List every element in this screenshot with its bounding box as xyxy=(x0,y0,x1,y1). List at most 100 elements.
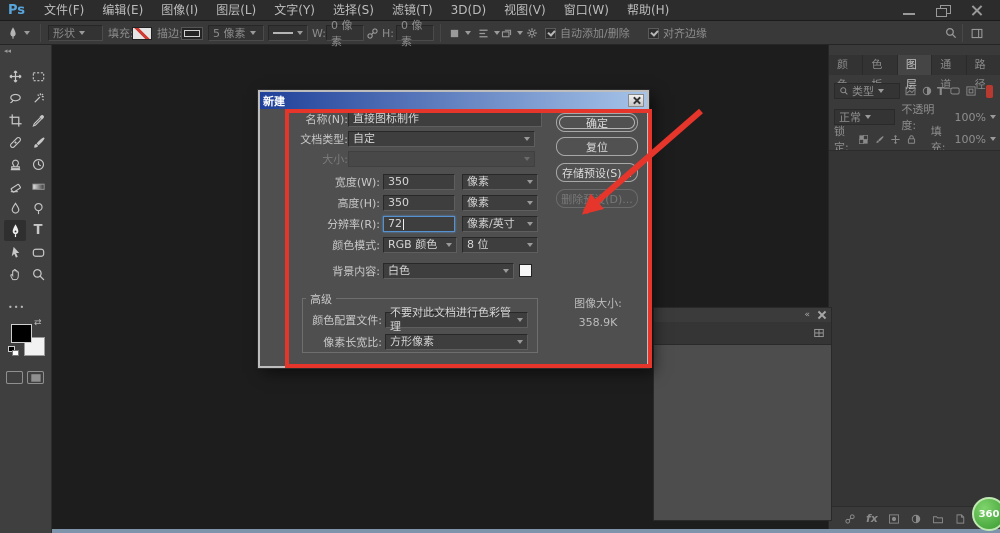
brush-tool[interactable] xyxy=(27,132,49,153)
tab-channels[interactable]: 通道 xyxy=(932,55,966,75)
edit-toolbar-ellipsis-icon[interactable]: ••• xyxy=(8,303,25,312)
close-icon[interactable] xyxy=(970,5,984,16)
foreground-color-swatch[interactable] xyxy=(11,324,32,343)
dodge-tool[interactable] xyxy=(27,198,49,219)
width-input[interactable]: 350 xyxy=(383,174,455,190)
name-input[interactable]: 直接图标制作 xyxy=(348,111,542,127)
document-type-select[interactable]: 自定 xyxy=(348,131,535,147)
new-group-icon[interactable] xyxy=(931,513,945,525)
menu-image[interactable]: 图像(I) xyxy=(152,0,207,21)
resolution-input[interactable]: 72 xyxy=(383,216,455,232)
stroke-style-select[interactable] xyxy=(268,21,308,45)
filter-type-layers-icon[interactable]: T xyxy=(937,85,945,98)
zoom-tool[interactable] xyxy=(27,264,49,285)
new-adjustment-layer-icon[interactable] xyxy=(910,513,922,525)
tab-swatches[interactable]: 色板 xyxy=(863,55,897,75)
align-edges-checkbox[interactable]: 对齐边缘 xyxy=(648,21,707,45)
eyedropper-tool[interactable] xyxy=(27,110,49,131)
lock-image-pixels-icon[interactable] xyxy=(874,134,885,145)
menu-type[interactable]: 文字(Y) xyxy=(265,0,324,21)
default-colors-icon[interactable] xyxy=(8,346,19,356)
add-layer-mask-icon[interactable] xyxy=(887,513,901,525)
search-icon[interactable] xyxy=(944,21,958,45)
menu-file[interactable]: 文件(F) xyxy=(35,0,93,21)
tab-paths[interactable]: 路径 xyxy=(967,55,1000,75)
spot-healing-brush-tool[interactable] xyxy=(4,132,26,153)
restore-icon[interactable] xyxy=(936,5,950,16)
lock-transparent-pixels-icon[interactable] xyxy=(858,134,869,145)
ok-button[interactable]: 确定 xyxy=(556,113,638,132)
history-brush-tool[interactable] xyxy=(27,154,49,175)
screen-mode-button[interactable] xyxy=(27,371,44,384)
menu-view[interactable]: 视图(V) xyxy=(495,0,555,21)
new-layer-icon[interactable] xyxy=(954,513,966,525)
fill-select[interactable]: 100% xyxy=(955,133,996,146)
color-profile-select[interactable]: 不要对此文档进行色彩管理 xyxy=(385,312,528,328)
background-color-chip[interactable] xyxy=(519,264,532,277)
filter-adjustment-layers-icon[interactable] xyxy=(921,85,933,97)
filter-shape-layers-icon[interactable] xyxy=(949,85,961,97)
lasso-tool[interactable] xyxy=(4,88,26,109)
link-dimensions-icon[interactable] xyxy=(366,21,379,45)
dialog-close-icon[interactable] xyxy=(628,94,644,107)
blur-tool[interactable] xyxy=(4,198,26,219)
360-security-badge[interactable]: 360 xyxy=(972,497,1000,531)
minimize-icon[interactable] xyxy=(902,5,916,16)
shape-width-field[interactable]: 0 像素 xyxy=(326,21,364,45)
gear-icon[interactable] xyxy=(525,21,539,45)
auto-add-delete-checkbox[interactable]: 自动添加/删除 xyxy=(545,21,630,45)
type-tool[interactable]: T xyxy=(27,220,49,241)
collapse-toolbar-icon[interactable]: ◂◂ xyxy=(4,47,11,55)
tab-color[interactable]: 颜色 xyxy=(829,55,863,75)
pixel-aspect-select[interactable]: 方形像素 xyxy=(385,334,528,350)
fill-swatch[interactable] xyxy=(132,21,152,45)
rectangle-shape-tool[interactable] xyxy=(27,242,49,263)
eraser-tool[interactable] xyxy=(4,176,26,197)
magic-wand-tool[interactable] xyxy=(27,88,49,109)
clone-stamp-tool[interactable] xyxy=(4,154,26,175)
quick-mask-button[interactable] xyxy=(6,371,23,384)
filter-pixel-layers-icon[interactable] xyxy=(904,85,917,97)
layer-filter-select[interactable]: 类型 xyxy=(834,83,900,99)
close-panel-icon[interactable] xyxy=(818,311,826,319)
menu-help[interactable]: 帮助(H) xyxy=(618,0,678,21)
move-tool[interactable] xyxy=(4,66,26,87)
menu-3d[interactable]: 3D(D) xyxy=(442,0,495,21)
save-preset-button[interactable]: 存储预设(S)... xyxy=(556,163,638,182)
filter-toggle-icon[interactable] xyxy=(986,85,993,98)
workspace-panel-icon[interactable] xyxy=(970,21,984,45)
path-arrangement-button[interactable] xyxy=(500,21,523,45)
advanced-label[interactable]: 高级 xyxy=(306,291,336,307)
lock-position-icon[interactable] xyxy=(890,134,901,145)
stroke-width-select[interactable]: 5 像素 xyxy=(208,21,264,45)
background-contents-select[interactable]: 白色 xyxy=(383,263,514,279)
swap-colors-icon[interactable]: ⇄ xyxy=(34,318,42,328)
stroke-swatch[interactable] xyxy=(181,21,203,45)
height-input[interactable]: 350 xyxy=(383,195,455,211)
bit-depth-select[interactable]: 8 位 xyxy=(462,237,538,253)
crop-tool[interactable] xyxy=(4,110,26,131)
tab-layers[interactable]: 图层 xyxy=(898,55,932,75)
dialog-title-bar[interactable]: 新建 xyxy=(260,92,647,109)
tool-mode-select[interactable]: 形状 xyxy=(48,21,103,45)
resolution-unit-select[interactable]: 像素/英寸 xyxy=(462,216,538,232)
reset-button[interactable]: 复位 xyxy=(556,137,638,156)
path-operations-button[interactable] xyxy=(448,21,471,45)
width-unit-select[interactable]: 像素 xyxy=(462,174,538,190)
pen-tool[interactable] xyxy=(4,220,26,241)
collapse-panel-icon[interactable]: « xyxy=(804,310,810,320)
opacity-select[interactable]: 100% xyxy=(955,111,996,124)
height-unit-select[interactable]: 像素 xyxy=(462,195,538,211)
menu-window[interactable]: 窗口(W) xyxy=(555,0,618,21)
color-mode-select[interactable]: RGB 颜色 xyxy=(383,237,457,253)
lock-all-icon[interactable] xyxy=(906,134,917,145)
path-selection-tool[interactable] xyxy=(4,242,26,263)
link-layers-icon[interactable] xyxy=(843,513,857,525)
path-alignment-button[interactable] xyxy=(477,21,500,45)
filter-smart-objects-icon[interactable] xyxy=(965,85,977,97)
panel-grid-icon[interactable] xyxy=(813,328,825,338)
layer-style-fx-icon[interactable]: fx xyxy=(866,512,878,525)
hand-tool[interactable] xyxy=(4,264,26,285)
menu-layer[interactable]: 图层(L) xyxy=(207,0,265,21)
shape-height-field[interactable]: 0 像素 xyxy=(396,21,434,45)
